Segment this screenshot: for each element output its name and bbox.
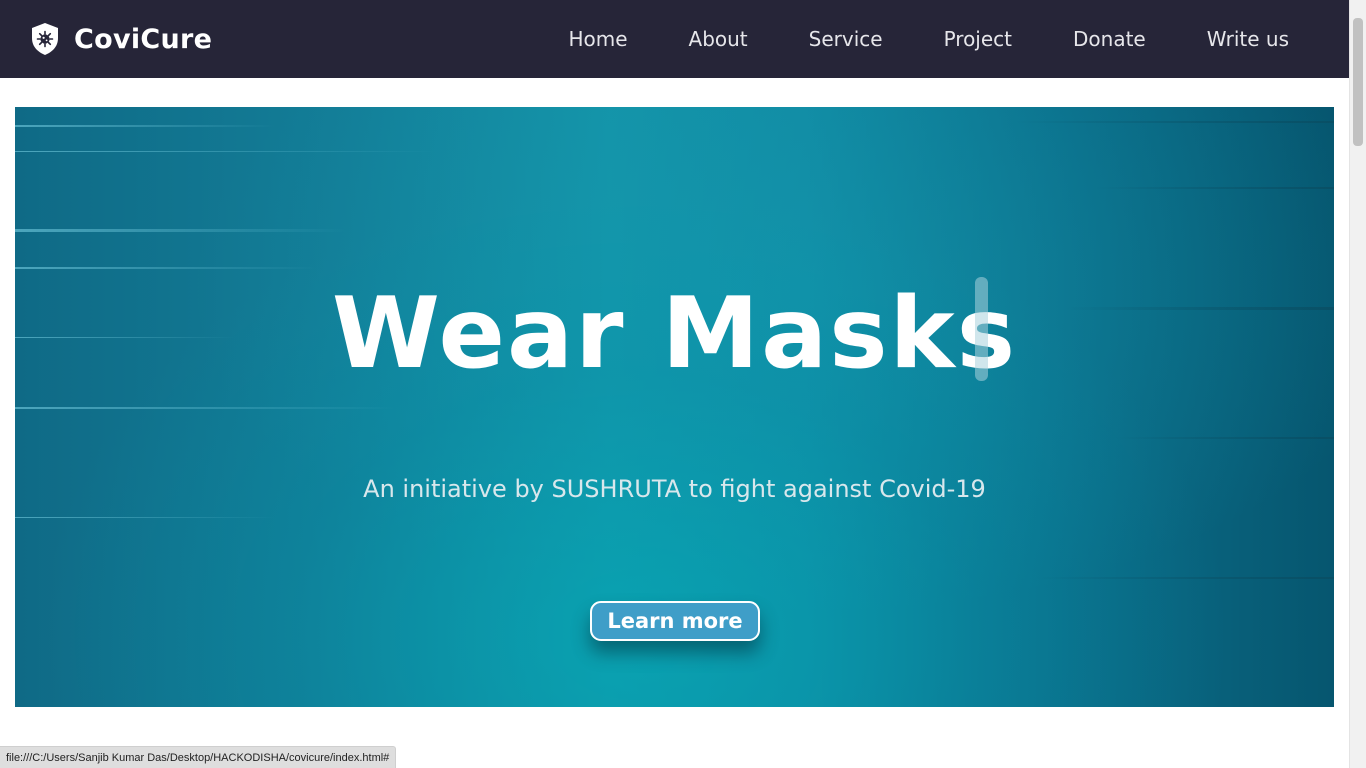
page-scrollbar[interactable] [1349, 0, 1366, 768]
learn-more-button[interactable]: Learn more [590, 601, 760, 641]
hero-banner: Wear Masks An initiative by SUSHRUTA to … [15, 107, 1334, 707]
nav-link-write-us[interactable]: Write us [1207, 27, 1289, 51]
hero-title: Wear Masks [331, 277, 1018, 391]
main-nav: Home About Service Project Donate Write … [507, 0, 1289, 78]
nav-link-donate[interactable]: Donate [1073, 27, 1146, 51]
nav-link-service[interactable]: Service [809, 27, 883, 51]
typing-cursor [975, 277, 988, 381]
scrollbar-thumb[interactable] [1353, 18, 1363, 146]
top-navbar: CoviCure Home About Service Project Dona… [0, 0, 1349, 78]
browser-status-url: file:///C:/Users/Sanjib Kumar Das/Deskto… [0, 746, 397, 768]
shield-virus-icon [32, 23, 58, 55]
nav-link-project[interactable]: Project [944, 27, 1012, 51]
hero-subtitle: An initiative by SUSHRUTA to fight again… [363, 475, 986, 503]
brand-name: CoviCure [74, 23, 213, 55]
brand-logo-link[interactable]: CoviCure [30, 22, 212, 56]
nav-link-home[interactable]: Home [568, 27, 627, 51]
nav-link-about[interactable]: About [689, 27, 748, 51]
